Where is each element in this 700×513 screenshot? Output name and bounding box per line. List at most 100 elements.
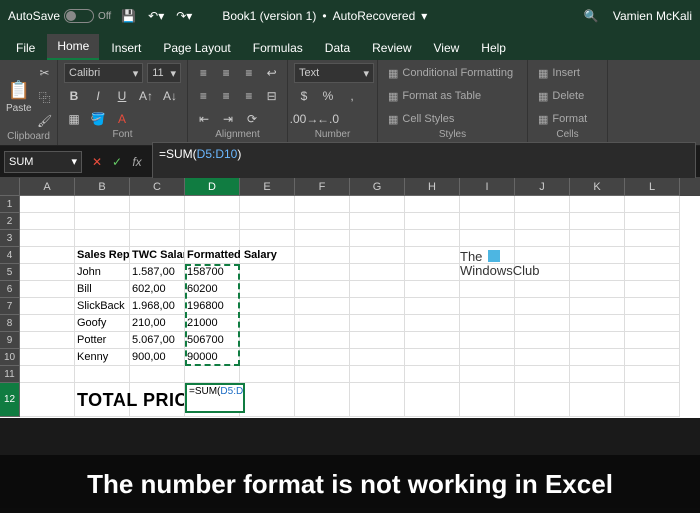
paste-button[interactable]: 📋 Paste xyxy=(6,80,32,114)
cell[interactable] xyxy=(350,315,405,332)
cell[interactable] xyxy=(185,213,240,230)
cell[interactable] xyxy=(570,213,625,230)
cell[interactable] xyxy=(350,281,405,298)
cell[interactable] xyxy=(515,213,570,230)
cell[interactable] xyxy=(460,332,515,349)
spreadsheet[interactable]: A B C D E F G H I J K L 1 2 3 4Sales Rep… xyxy=(0,178,700,418)
cell[interactable] xyxy=(405,213,460,230)
cell[interactable] xyxy=(625,230,680,247)
cancel-icon[interactable]: ✕ xyxy=(88,153,106,171)
tab-insert[interactable]: Insert xyxy=(101,36,151,60)
col-header[interactable]: I xyxy=(460,178,515,196)
cell[interactable] xyxy=(240,383,295,417)
cell[interactable]: TWC Salary xyxy=(130,247,185,264)
delete-cells-button[interactable]: ▦Delete xyxy=(534,86,601,106)
cell[interactable] xyxy=(570,247,625,264)
cell[interactable] xyxy=(405,383,460,417)
cell[interactable] xyxy=(240,332,295,349)
cell[interactable] xyxy=(460,383,515,417)
enter-icon[interactable]: ✓ xyxy=(108,153,126,171)
indent-decrease-icon[interactable]: ⇤ xyxy=(194,109,214,129)
cell[interactable]: Bill xyxy=(75,281,130,298)
row-header[interactable]: 8 xyxy=(0,315,20,332)
tab-formulas[interactable]: Formulas xyxy=(243,36,313,60)
cell[interactable] xyxy=(240,213,295,230)
col-header[interactable]: C xyxy=(130,178,185,196)
cell[interactable] xyxy=(405,332,460,349)
tab-view[interactable]: View xyxy=(424,36,470,60)
cell[interactable]: 900,00 xyxy=(130,349,185,366)
cell[interactable] xyxy=(570,281,625,298)
cell[interactable] xyxy=(515,315,570,332)
cell[interactable] xyxy=(570,366,625,383)
border-icon[interactable]: ▦ xyxy=(64,109,84,129)
cell[interactable]: 158700 xyxy=(185,264,240,281)
cell[interactable] xyxy=(240,298,295,315)
row-header[interactable]: 7 xyxy=(0,298,20,315)
search-icon[interactable]: 🔍 xyxy=(584,9,599,23)
cell[interactable] xyxy=(75,196,130,213)
cell[interactable]: 60200 xyxy=(185,281,240,298)
cell[interactable] xyxy=(20,349,75,366)
tab-home[interactable]: Home xyxy=(47,34,99,60)
comma-icon[interactable]: , xyxy=(342,86,362,106)
cell[interactable] xyxy=(625,349,680,366)
cell[interactable] xyxy=(20,230,75,247)
cell[interactable] xyxy=(295,247,350,264)
insert-cells-button[interactable]: ▦Insert xyxy=(534,63,601,83)
cell[interactable] xyxy=(405,230,460,247)
cell[interactable]: SlickBack xyxy=(75,298,130,315)
cell[interactable] xyxy=(20,213,75,230)
cell[interactable]: 1.587,00 xyxy=(130,264,185,281)
cell[interactable] xyxy=(405,315,460,332)
cell[interactable] xyxy=(350,264,405,281)
row-header[interactable]: 9 xyxy=(0,332,20,349)
bold-button[interactable]: B xyxy=(64,86,84,106)
align-middle-icon[interactable]: ≡ xyxy=(217,63,236,83)
cell[interactable]: Goofy xyxy=(75,315,130,332)
cell[interactable] xyxy=(240,196,295,213)
cell[interactable] xyxy=(405,247,460,264)
cell[interactable] xyxy=(460,196,515,213)
align-center-icon[interactable]: ≡ xyxy=(217,86,236,106)
select-all-corner[interactable] xyxy=(0,178,20,196)
cell[interactable]: 5.067,00 xyxy=(130,332,185,349)
cell[interactable] xyxy=(130,230,185,247)
cell[interactable] xyxy=(350,298,405,315)
formula-bar[interactable]: =SUM(D5:D10) xyxy=(152,142,696,182)
cell[interactable] xyxy=(295,264,350,281)
cell[interactable] xyxy=(570,264,625,281)
document-title[interactable]: Book1 (version 1) • AutoRecovered ▾ xyxy=(222,9,427,23)
cell[interactable] xyxy=(295,230,350,247)
redo-icon[interactable]: ↷▾ xyxy=(176,9,192,23)
cell[interactable] xyxy=(405,281,460,298)
cell[interactable] xyxy=(460,349,515,366)
cell[interactable] xyxy=(405,196,460,213)
cell[interactable] xyxy=(570,349,625,366)
cell[interactable] xyxy=(515,230,570,247)
cell[interactable] xyxy=(515,281,570,298)
percent-icon[interactable]: % xyxy=(318,86,338,106)
cell[interactable] xyxy=(295,298,350,315)
cell[interactable] xyxy=(75,230,130,247)
cell[interactable] xyxy=(295,315,350,332)
cell[interactable] xyxy=(405,264,460,281)
editing-cell[interactable]: =SUM(D5:D10) xyxy=(185,383,245,413)
name-box[interactable]: SUM▾ xyxy=(4,151,82,173)
increase-decimal-icon[interactable]: .00→ xyxy=(294,109,314,129)
cell[interactable] xyxy=(295,281,350,298)
cell[interactable] xyxy=(295,349,350,366)
cell[interactable]: 21000 xyxy=(185,315,240,332)
cell[interactable] xyxy=(515,298,570,315)
cell[interactable] xyxy=(240,230,295,247)
currency-icon[interactable]: $ xyxy=(294,86,314,106)
decrease-decimal-icon[interactable]: ←.0 xyxy=(318,109,338,129)
row-header[interactable]: 3 xyxy=(0,230,20,247)
user-name[interactable]: Vamien McKali xyxy=(613,9,692,23)
merge-icon[interactable]: ⊟ xyxy=(262,86,281,106)
cell[interactable] xyxy=(460,281,515,298)
cell[interactable] xyxy=(460,298,515,315)
cell[interactable] xyxy=(20,332,75,349)
cell[interactable] xyxy=(570,332,625,349)
fx-icon[interactable]: fx xyxy=(128,153,146,171)
